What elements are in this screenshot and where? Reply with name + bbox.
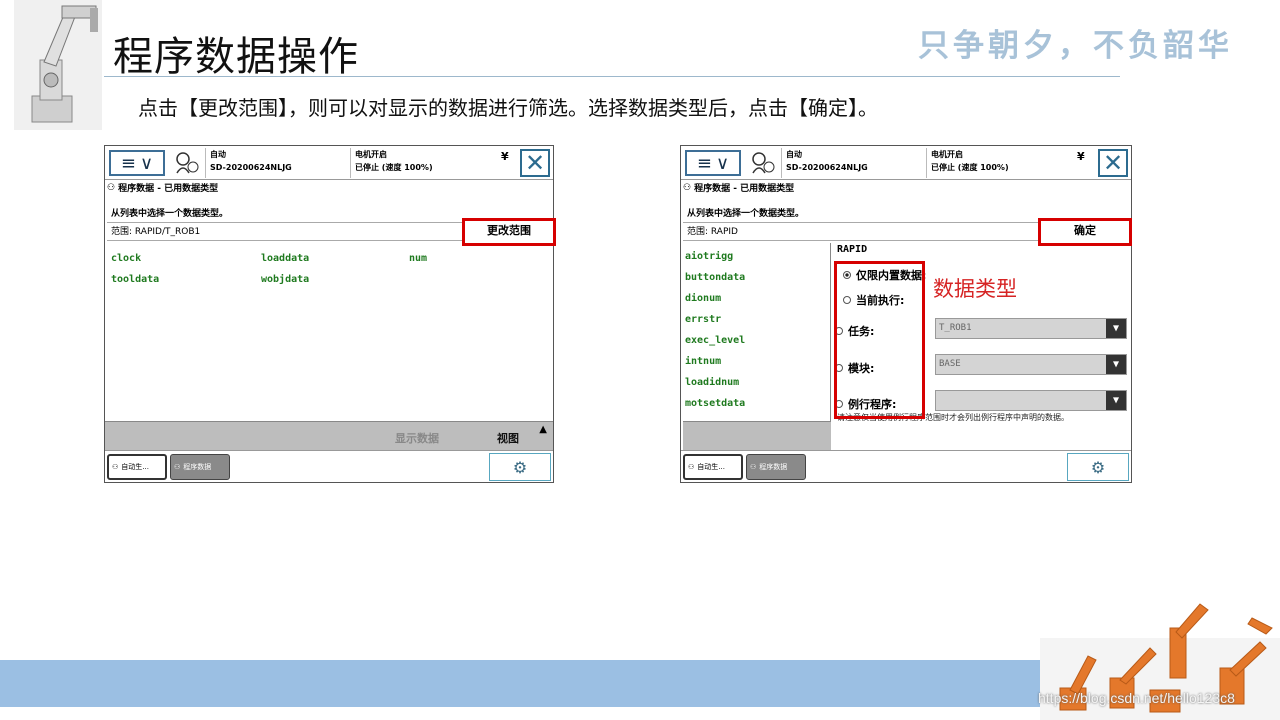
data-type-highlight — [834, 261, 925, 419]
scope-label: 范围: RAPID/T_ROB1 — [111, 227, 201, 237]
caret-up-icon: ▲ — [539, 424, 547, 435]
show-data-button[interactable]: 显示数据 — [395, 430, 439, 446]
status-mode: 自动 SD-20200624NLJG — [205, 148, 345, 178]
slide: 程序数据操作 只争朝夕，不负韶华 点击【更改范围】，则可以对显示的数据进行筛选。… — [0, 0, 1280, 720]
task-program-data[interactable]: ⚇ 程序数据 — [746, 454, 806, 480]
main-menu-button[interactable]: ≡ ∨ — [685, 150, 741, 176]
status-bar: ≡ ∨ 自动 SD-20200624NLJG 电机开启 已停止 (速度 100%)… — [681, 146, 1131, 180]
prompt-text: 从列表中选择一个数据类型。 — [111, 209, 229, 219]
list-item[interactable]: intnum — [685, 356, 830, 377]
robot-arm-logo — [14, 0, 102, 130]
list-item[interactable]: loadidnum — [685, 377, 830, 398]
list-item[interactable]: wobjdata — [261, 274, 409, 285]
status-motor: 电机开启 已停止 (速度 100%) — [926, 148, 1076, 178]
dropdown-arrow-icon: ▼ — [1106, 391, 1126, 410]
list-item[interactable]: tooldata — [111, 274, 261, 285]
quickset-button[interactable]: ⚙ — [1067, 453, 1129, 481]
close-button[interactable]: ✕ — [520, 149, 550, 177]
list-item[interactable]: buttondata — [685, 272, 830, 293]
scope-label: 范围: RAPID — [687, 227, 738, 237]
window-icon: ⚇ — [174, 463, 181, 471]
task-program-data[interactable]: ⚇ 程序数据 — [170, 454, 230, 480]
task-auto-production[interactable]: ⚇ 自动生... — [683, 454, 743, 480]
footer-band — [0, 660, 1090, 707]
speed-icon: ¥ — [501, 150, 509, 163]
window-icon: ⚇ — [112, 463, 119, 471]
close-button[interactable]: ✕ — [1098, 149, 1128, 177]
status-mode: 自动 SD-20200624NLJG — [781, 148, 921, 178]
module-select[interactable]: BASE ▼ — [935, 354, 1127, 375]
task-auto-production[interactable]: ⚇ 自动生... — [107, 454, 167, 480]
speed-icon: ¥ — [1077, 150, 1085, 163]
quickset-button[interactable]: ⚙ — [489, 453, 551, 481]
dropdown-arrow-icon: ▼ — [1106, 319, 1126, 338]
list-item[interactable]: exec_level — [685, 335, 830, 356]
status-motor: 电机开启 已停止 (速度 100%) — [350, 148, 500, 178]
dropdown-arrow-icon: ▼ — [1106, 355, 1126, 374]
flexpendant-screen-right: ≡ ∨ 自动 SD-20200624NLJG 电机开启 已停止 (速度 100%)… — [680, 145, 1132, 483]
motto: 只争朝夕，不负韶华 — [918, 28, 1233, 64]
window-icon: ⚇ — [688, 463, 695, 471]
main-menu-button[interactable]: ≡ ∨ — [109, 150, 165, 176]
data-type-list: clock loaddata num tooldata wobjdata — [111, 253, 531, 285]
data-type-list: aiotrigg buttondata dionum errstr exec_l… — [683, 243, 831, 421]
breadcrumb: ⚇ 程序数据 - 已用数据类型 — [683, 182, 795, 195]
routine-select[interactable]: ▼ — [935, 390, 1127, 411]
operator-icon[interactable] — [749, 149, 777, 177]
close-icon: ✕ — [1102, 149, 1124, 177]
close-icon: ✕ — [524, 149, 546, 177]
flexpendant-screen-left: ≡ ∨ 自动 SD-20200624NLJG 电机开启 已停止 (速度 100%)… — [104, 145, 556, 483]
title-divider — [104, 76, 1120, 77]
list-footer — [683, 421, 831, 451]
prompt-text: 从列表中选择一个数据类型。 — [687, 209, 805, 219]
slide-title: 程序数据操作 — [113, 34, 359, 80]
list-item[interactable]: num — [409, 253, 529, 264]
ok-button[interactable]: 确定 — [1038, 218, 1132, 246]
view-button[interactable]: 视图 — [497, 430, 519, 446]
list-item[interactable]: motsetdata — [685, 398, 830, 419]
scope-row: 范围: RAPID 确定 — [683, 218, 1132, 246]
list-item[interactable]: dionum — [685, 293, 830, 314]
hamburger-icon: ≡ — [696, 152, 712, 174]
program-data-icon: ⚇ — [107, 182, 116, 193]
operator-icon[interactable] — [173, 149, 201, 177]
list-item[interactable]: aiotrigg — [685, 251, 830, 272]
breadcrumb: ⚇ 程序数据 - 已用数据类型 — [107, 182, 219, 195]
scope-row: 范围: RAPID/T_ROB1 更改范围 — [107, 218, 556, 246]
list-item[interactable]: errstr — [685, 314, 830, 335]
program-data-icon: ⚇ — [683, 182, 692, 193]
gears-icon: ⚙ — [1090, 457, 1106, 477]
taskbar: ⚇ 自动生... ⚇ 程序数据 ⚙ — [105, 450, 553, 482]
change-scope-button[interactable]: 更改范围 — [462, 218, 556, 246]
watermark: https://blog.csdn.net/hello123c8 — [1038, 690, 1235, 706]
list-item[interactable]: clock — [111, 253, 261, 264]
command-bar: 显示数据 视图 ▲ — [105, 421, 553, 451]
taskbar: ⚇ 自动生... ⚇ 程序数据 ⚙ — [681, 450, 1131, 482]
chevron-down-icon: ∨ — [139, 152, 154, 174]
data-type-annotation: 数据类型 — [933, 277, 1017, 301]
status-bar: ≡ ∨ 自动 SD-20200624NLJG 电机开启 已停止 (速度 100%)… — [105, 146, 553, 180]
gears-icon: ⚙ — [512, 457, 528, 477]
task-select[interactable]: T_ROB1 ▼ — [935, 318, 1127, 339]
window-icon: ⚇ — [750, 463, 757, 471]
hamburger-icon: ≡ — [120, 152, 136, 174]
chevron-down-icon: ∨ — [715, 152, 730, 174]
rapid-heading: RAPID — [837, 244, 868, 255]
list-item[interactable]: loaddata — [261, 253, 409, 264]
instruction-text: 点击【更改范围】，则可以对显示的数据进行筛选。选择数据类型后，点击【确定】。 — [138, 96, 878, 120]
